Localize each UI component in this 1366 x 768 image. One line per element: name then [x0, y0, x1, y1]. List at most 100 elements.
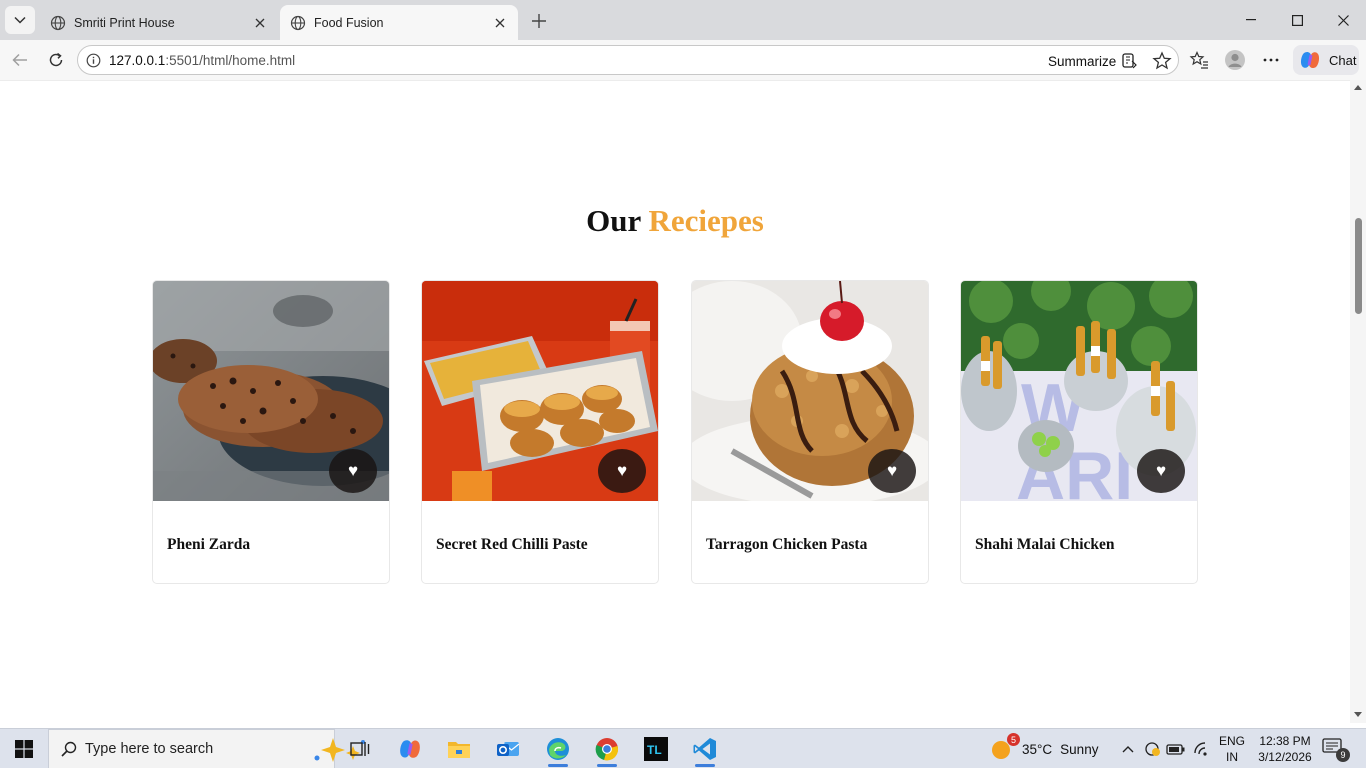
recipe-name[interactable]: Pheni Zarda — [167, 536, 250, 554]
weather-condition: Sunny — [1060, 741, 1099, 757]
reload-icon — [49, 52, 63, 67]
outlook-icon — [497, 742, 520, 756]
weather-sun-icon: 5 — [990, 733, 1020, 761]
tab-close-button[interactable] — [252, 15, 268, 31]
task-view-icon — [350, 742, 370, 756]
wifi-icon — [1194, 742, 1207, 756]
page-scrollbar[interactable] — [1350, 80, 1366, 723]
start-button[interactable] — [0, 729, 48, 768]
globe-icon — [50, 15, 66, 30]
arrow-left-icon — [12, 53, 27, 67]
recipe-name[interactable]: Secret Red Chilli Paste — [436, 536, 588, 554]
new-tab-button[interactable] — [528, 10, 550, 32]
chrome-icon — [595, 738, 619, 761]
tl-app-icon: TL — [644, 737, 668, 761]
windows-taskbar: TL 5 35°C Sunny ENG IN 12:38 PM 3/12/202… — [0, 728, 1366, 768]
scroll-thumb[interactable] — [1355, 218, 1362, 314]
plus-icon — [532, 14, 546, 28]
chevron-up-icon — [1122, 746, 1134, 753]
wifi-tray-icon[interactable] — [1192, 739, 1212, 759]
notification-count-badge: 9 — [1336, 748, 1350, 762]
avatar-icon — [1225, 50, 1245, 70]
summarize-button[interactable]: Summarize — [1048, 52, 1138, 70]
chrome-browser-button[interactable] — [585, 729, 629, 768]
windows-logo-icon — [15, 740, 33, 758]
profile-button[interactable] — [1224, 49, 1246, 71]
cloud-warning-icon — [1145, 742, 1160, 756]
search-icon — [61, 741, 77, 757]
terminal-app-button[interactable]: TL — [634, 729, 678, 768]
notification-center-button[interactable]: 9 — [1322, 738, 1350, 762]
chevron-down-icon — [14, 16, 26, 24]
chat-label: Chat — [1329, 52, 1357, 68]
close-icon — [1337, 14, 1349, 26]
battery-tray-icon[interactable] — [1166, 739, 1186, 759]
tab-food-fusion[interactable]: Food Fusion — [280, 5, 518, 40]
close-icon — [495, 18, 505, 27]
copilot-app-button[interactable] — [388, 729, 432, 768]
settings-more-button[interactable] — [1260, 49, 1282, 71]
recipes-section-title: Our Reciepes — [0, 203, 1350, 239]
minimize-button[interactable] — [1238, 8, 1264, 32]
close-icon — [255, 18, 265, 27]
taskbar-search[interactable] — [48, 729, 365, 768]
recipe-card[interactable]: ♥ Pheni Zarda — [152, 280, 390, 584]
url-text[interactable]: 127.0.0.1:5501/html/home.html — [109, 53, 295, 68]
recipe-name[interactable]: Shahi Malai Chicken — [975, 536, 1115, 554]
favorite-star-icon[interactable] — [1152, 51, 1172, 71]
tab-smriti-print-house[interactable]: Smriti Print House — [40, 5, 278, 40]
recipe-card[interactable]: W ARI ♥ Shahi Malai Chicken — [960, 280, 1198, 584]
scroll-up-arrow-icon[interactable] — [1354, 85, 1362, 90]
recipe-card[interactable]: ♥ Tarragon Chicken Pasta — [691, 280, 929, 584]
region-code: IN — [1226, 750, 1238, 764]
favorites-button[interactable] — [1188, 49, 1210, 71]
url-host: 127.0.0.1 — [109, 53, 166, 68]
title-accent: Reciepes — [648, 203, 764, 238]
svg-text:TL: TL — [647, 743, 662, 757]
onedrive-tray-icon[interactable] — [1142, 739, 1162, 759]
clock-time: 12:38 PM — [1259, 734, 1311, 748]
favorites-list-icon — [1189, 51, 1208, 69]
heart-icon[interactable]: ♥ — [598, 449, 646, 493]
tab-close-button[interactable] — [492, 15, 508, 31]
task-view-button[interactable] — [338, 729, 382, 768]
scroll-down-arrow-icon[interactable] — [1354, 712, 1362, 717]
maximize-icon — [1291, 14, 1303, 26]
language-indicator[interactable]: ENG IN — [1219, 733, 1245, 765]
maximize-button[interactable] — [1284, 8, 1310, 32]
close-window-button[interactable] — [1330, 8, 1356, 32]
heart-icon[interactable]: ♥ — [868, 449, 916, 493]
back-button[interactable] — [8, 48, 32, 72]
summarize-label: Summarize — [1048, 53, 1117, 69]
file-explorer-button[interactable] — [437, 729, 481, 768]
url-path: :5501/html/home.html — [165, 53, 296, 68]
address-bar[interactable]: 127.0.0.1:5501/html/home.html Summarize — [77, 45, 1179, 75]
recipe-name[interactable]: Tarragon Chicken Pasta — [706, 536, 867, 554]
vscode-icon — [693, 738, 716, 760]
show-hidden-icons-button[interactable] — [1118, 739, 1138, 759]
language-code: ENG — [1219, 734, 1246, 748]
tab-title: Smriti Print House — [74, 15, 175, 30]
weather-temperature: 35°C — [1022, 741, 1053, 757]
battery-icon — [1166, 744, 1185, 755]
system-clock[interactable]: 12:38 PM 3/12/2026 — [1256, 733, 1314, 765]
heart-icon[interactable]: ♥ — [329, 449, 377, 493]
heart-icon[interactable]: ♥ — [1137, 449, 1185, 493]
weather-widget[interactable]: 5 35°C Sunny — [990, 729, 1098, 768]
clock-date: 3/12/2026 — [1258, 750, 1312, 764]
recipe-card[interactable]: ♥ Secret Red Chilli Paste — [421, 280, 659, 584]
reload-button[interactable] — [44, 48, 68, 72]
tab-actions-menu-button[interactable] — [5, 6, 35, 34]
vscode-button[interactable] — [683, 729, 727, 768]
globe-icon — [290, 15, 306, 30]
title-plain: Our — [586, 203, 641, 238]
page-viewport: Our Reciepes ♥ Pheni Zarda ♥ Secret Red … — [0, 80, 1366, 723]
info-icon[interactable] — [86, 53, 101, 68]
summarize-icon — [1122, 53, 1138, 69]
copilot-chat-button[interactable]: Chat — [1293, 45, 1359, 75]
outlook-button[interactable] — [486, 729, 530, 768]
edge-browser-button[interactable] — [536, 729, 580, 768]
more-horizontal-icon — [1263, 58, 1279, 62]
search-input[interactable] — [85, 741, 255, 757]
copilot-icon — [1300, 51, 1320, 69]
